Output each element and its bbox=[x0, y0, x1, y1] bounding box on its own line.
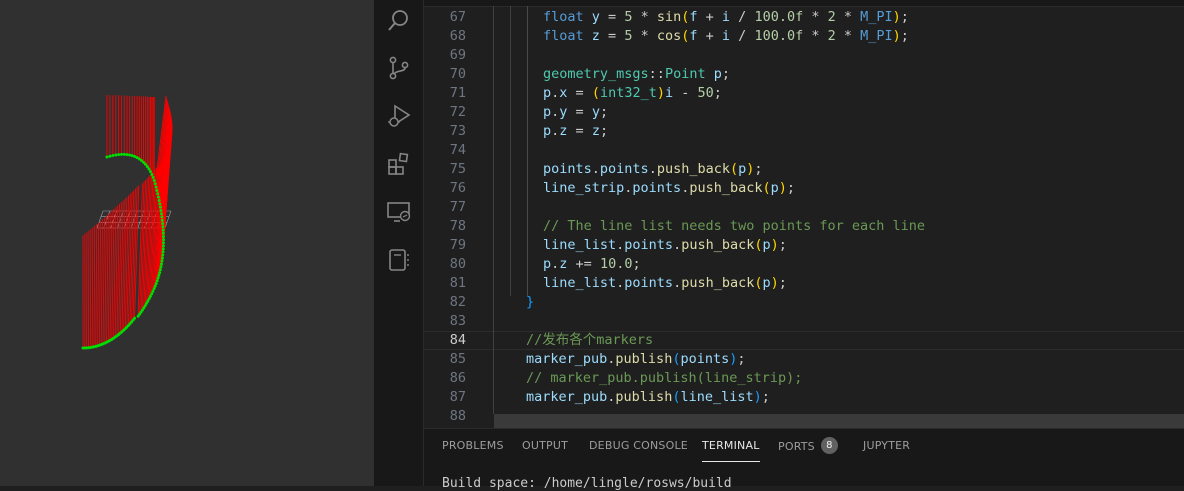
line-number: 76 bbox=[424, 179, 466, 198]
ports-count-badge: 8 bbox=[821, 437, 838, 454]
line-number: 67 bbox=[424, 8, 466, 27]
extensions-icon bbox=[386, 151, 412, 177]
code-text: line_list.points.push_back(p); bbox=[543, 236, 787, 255]
line-number: 72 bbox=[424, 103, 466, 122]
code-line[interactable]: 73 p.z = z; bbox=[424, 122, 1184, 141]
code-line[interactable]: 77 bbox=[424, 198, 1184, 217]
line-number: 79 bbox=[424, 236, 466, 255]
code-text: marker_pub.publish(line_list); bbox=[526, 388, 770, 407]
code-line[interactable]: 76 line_strip.points.push_back(p); bbox=[424, 179, 1184, 198]
code-text: geometry_msgs::Point p; bbox=[543, 65, 730, 84]
remote-explorer-activity[interactable] bbox=[375, 192, 423, 232]
search-icon bbox=[386, 7, 412, 33]
notebook-activity[interactable] bbox=[375, 240, 423, 280]
code-text: p.y = y; bbox=[543, 103, 608, 122]
source-control-activity[interactable] bbox=[375, 48, 423, 88]
line-number: 75 bbox=[424, 160, 466, 179]
run-debug-activity[interactable] bbox=[375, 96, 423, 136]
code-line[interactable]: 69 bbox=[424, 46, 1184, 65]
line-number: 88 bbox=[424, 407, 466, 426]
horizontal-scrollbar[interactable] bbox=[494, 414, 1184, 428]
code-line[interactable]: 84 //发布各个markers bbox=[424, 331, 1184, 350]
tab-ports[interactable]: PORTS8 bbox=[778, 439, 838, 461]
code-line[interactable]: 70 geometry_msgs::Point p; bbox=[424, 65, 1184, 84]
code-text: p.x = (int32_t)i - 50; bbox=[543, 84, 722, 103]
line-number: 85 bbox=[424, 350, 466, 369]
run-debug-icon bbox=[386, 103, 412, 129]
code-line[interactable]: 80 p.z += 10.0; bbox=[424, 255, 1184, 274]
activity-bar bbox=[375, 0, 424, 486]
line-number: 69 bbox=[424, 46, 466, 65]
tab-problems[interactable]: PROBLEMS bbox=[442, 439, 504, 461]
code-line[interactable]: 68 float z = 5 * cos(f + i / 100.0f * 2 *… bbox=[424, 27, 1184, 46]
code-text: // The line list needs two points for ea… bbox=[543, 217, 925, 236]
indent-guide bbox=[493, 6, 494, 414]
bottom-panel: PROBLEMS OUTPUT DEBUG CONSOLE TERMINAL P… bbox=[424, 428, 1184, 486]
code-text: p.z += 10.0; bbox=[543, 255, 641, 274]
code-text: points.points.push_back(p); bbox=[543, 160, 763, 179]
line-number: 87 bbox=[424, 388, 466, 407]
line-number: 84 bbox=[424, 332, 466, 349]
code-line[interactable]: 86 // marker_pub.publish(line_strip); bbox=[424, 369, 1184, 388]
line-number: 68 bbox=[424, 27, 466, 46]
code-line[interactable]: 72 p.y = y; bbox=[424, 103, 1184, 122]
tab-debug-console[interactable]: DEBUG CONSOLE bbox=[589, 439, 688, 461]
line-number: 71 bbox=[424, 84, 466, 103]
code-line[interactable]: 79 line_list.points.push_back(p); bbox=[424, 236, 1184, 255]
code-text: float z = 5 * cos(f + i / 100.0f * 2 * M… bbox=[543, 27, 909, 46]
code-text: line_strip.points.push_back(p); bbox=[543, 179, 795, 198]
code-text: p.z = z; bbox=[543, 122, 608, 141]
code-line[interactable]: 75 points.points.push_back(p); bbox=[424, 160, 1184, 179]
extensions-activity[interactable] bbox=[375, 144, 423, 184]
code-text: float y = 5 * sin(f + i / 100.0f * 2 * M… bbox=[543, 8, 909, 27]
line-number: 74 bbox=[424, 141, 466, 160]
rviz-viewport[interactable] bbox=[0, 0, 375, 486]
tab-output[interactable]: OUTPUT bbox=[522, 439, 568, 461]
code-text: //发布各个markers bbox=[526, 332, 653, 349]
line-number: 86 bbox=[424, 369, 466, 388]
indent-guide bbox=[510, 6, 511, 296]
line-number: 78 bbox=[424, 217, 466, 236]
tab-terminal[interactable]: TERMINAL bbox=[702, 439, 760, 462]
line-list-markers bbox=[83, 95, 172, 348]
line-number: 73 bbox=[424, 122, 466, 141]
code-line[interactable]: 85 marker_pub.publish(points); bbox=[424, 350, 1184, 369]
code-line[interactable]: 67 float y = 5 * sin(f + i / 100.0f * 2 *… bbox=[424, 8, 1184, 27]
search-activity[interactable] bbox=[375, 0, 423, 40]
marker-visualization bbox=[0, 0, 374, 486]
code-line[interactable]: 74 bbox=[424, 141, 1184, 160]
remote-explorer-icon bbox=[386, 199, 412, 225]
code-line[interactable]: 71 p.x = (int32_t)i - 50; bbox=[424, 84, 1184, 103]
code-text: marker_pub.publish(points); bbox=[526, 350, 746, 369]
tab-jupyter[interactable]: JUPYTER bbox=[863, 439, 910, 461]
code-line[interactable]: 82} bbox=[424, 293, 1184, 312]
code-line[interactable]: 83 bbox=[424, 312, 1184, 331]
line-number: 70 bbox=[424, 65, 466, 84]
code-line[interactable]: 78 // The line list needs two points for … bbox=[424, 217, 1184, 236]
line-number: 81 bbox=[424, 274, 466, 293]
code-line[interactable]: 81 line_list.points.push_back(p); bbox=[424, 274, 1184, 293]
line-number: 77 bbox=[424, 198, 466, 217]
editor-top-border bbox=[424, 0, 1184, 7]
line-number: 83 bbox=[424, 312, 466, 331]
code-editor[interactable]: 67 float y = 5 * sin(f + i / 100.0f * 2 *… bbox=[424, 0, 1184, 428]
indent-guide bbox=[527, 6, 528, 296]
notebook-icon bbox=[386, 247, 412, 273]
code-text: line_list.points.push_back(p); bbox=[543, 274, 787, 293]
code-line[interactable]: 87 marker_pub.publish(line_list); bbox=[424, 388, 1184, 407]
source-control-icon bbox=[386, 55, 412, 81]
line-number: 82 bbox=[424, 293, 466, 312]
line-number: 80 bbox=[424, 255, 466, 274]
terminal-output[interactable]: Build space: /home/lingle/rosws/build bbox=[442, 476, 732, 491]
code-text: // marker_pub.publish(line_strip); bbox=[526, 369, 802, 388]
